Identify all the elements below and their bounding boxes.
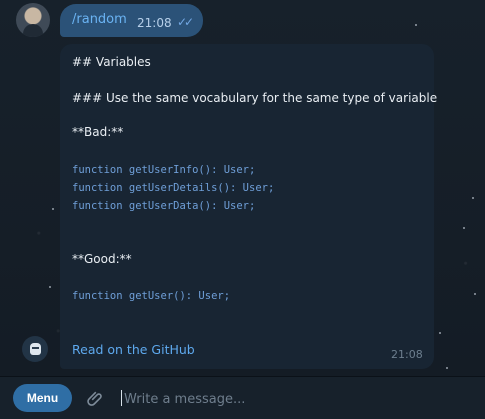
double-check-icon: ✓✓ — [177, 15, 194, 29]
message-line-subheading: ### Use the same vocabulary for the same… — [72, 91, 438, 105]
code-line: function getUserData(): User; — [72, 200, 256, 212]
message-time: 21:08 — [137, 16, 172, 30]
paperclip-icon[interactable] — [86, 389, 104, 407]
message-line-good-label: **Good:** — [72, 252, 132, 266]
code-line: function getUser(): User; — [72, 290, 231, 302]
robot-avatar-icon — [29, 343, 41, 355]
message-input[interactable] — [122, 388, 466, 410]
menu-button[interactable]: Menu — [13, 384, 72, 412]
user-avatar[interactable] — [16, 3, 50, 37]
outgoing-message-bubble[interactable]: /random 21:08 ✓✓ — [60, 4, 203, 37]
command-text: /random — [72, 12, 127, 27]
code-line: function getUserInfo(): User; — [72, 164, 256, 176]
incoming-message-bubble[interactable]: ## Variables ### Use the same vocabulary… — [60, 44, 438, 369]
bot-avatar[interactable] — [22, 336, 48, 362]
github-link[interactable]: Read on the GitHub — [72, 342, 195, 357]
message-time: 21:08 — [391, 348, 423, 361]
message-line-heading: ## Variables — [72, 55, 151, 69]
message-composer: Menu — [0, 376, 485, 419]
code-line: function getUserDetails(): User; — [72, 182, 275, 194]
message-line-bad-label: **Bad:** — [72, 125, 124, 139]
